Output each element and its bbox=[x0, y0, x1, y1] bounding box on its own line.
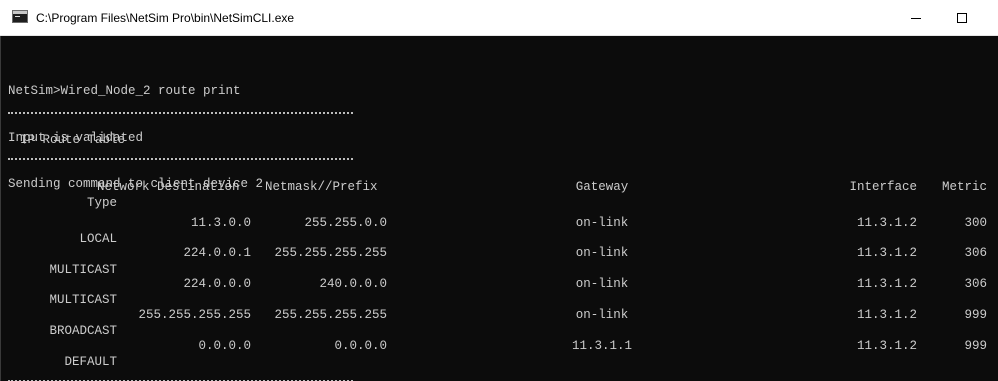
column-header-metric: Metric bbox=[941, 180, 987, 194]
route-gateway: 11.3.1.1 bbox=[571, 339, 632, 353]
separator-line bbox=[8, 158, 353, 160]
minimize-icon bbox=[911, 17, 921, 19]
route-destination: 255.255.255.255 bbox=[138, 308, 251, 322]
column-header-netmask: Netmask//Prefix bbox=[265, 180, 378, 194]
route-destination: 0.0.0.0 bbox=[198, 339, 251, 353]
command-line: NetSim>Wired_Node_2 route print bbox=[8, 84, 241, 98]
route-metric: 300 bbox=[964, 216, 987, 230]
console-window: C:\Program Files\NetSim Pro\bin\NetSimCL… bbox=[0, 0, 998, 381]
route-destination: 11.3.0.0 bbox=[190, 216, 251, 230]
close-button[interactable] bbox=[985, 0, 998, 35]
column-header-type: Type bbox=[86, 196, 117, 210]
route-gateway: on-link bbox=[575, 216, 629, 230]
route-metric: 999 bbox=[964, 339, 987, 353]
maximize-button[interactable] bbox=[939, 0, 985, 35]
route-destination: 224.0.0.0 bbox=[183, 277, 251, 291]
route-gateway: on-link bbox=[575, 246, 629, 260]
column-header-gateway: Gateway bbox=[575, 180, 629, 194]
route-type: DEFAULT bbox=[64, 355, 117, 369]
route-metric: 306 bbox=[964, 277, 987, 291]
route-netmask: 255.255.255.255 bbox=[274, 246, 387, 260]
window-title: C:\Program Files\NetSim Pro\bin\NetSimCL… bbox=[36, 11, 295, 25]
maximize-icon bbox=[957, 12, 967, 23]
route-type: LOCAL bbox=[79, 232, 117, 246]
route-interface: 11.3.1.2 bbox=[856, 216, 917, 230]
route-type: MULTICAST bbox=[49, 263, 117, 277]
title-bar[interactable]: C:\Program Files\NetSim Pro\bin\NetSimCL… bbox=[0, 0, 998, 36]
console-output[interactable]: NetSim>Wired_Node_2 route print Input is… bbox=[7, 36, 998, 381]
route-gateway: on-link bbox=[575, 308, 629, 322]
route-netmask: 255.255.255.255 bbox=[274, 308, 387, 322]
route-type: BROADCAST bbox=[49, 324, 117, 338]
route-netmask: 240.0.0.0 bbox=[319, 277, 387, 291]
column-header-destination: Network Destination bbox=[97, 180, 240, 194]
route-metric: 306 bbox=[964, 246, 987, 260]
console-left-edge bbox=[0, 36, 1, 381]
route-gateway: on-link bbox=[575, 277, 629, 291]
route-metric: 999 bbox=[964, 308, 987, 322]
route-interface: 11.3.1.2 bbox=[856, 339, 917, 353]
route-type: MULTICAST bbox=[49, 293, 117, 307]
console-app-icon[interactable] bbox=[12, 10, 28, 23]
route-table-title: IP Route Table bbox=[20, 133, 126, 147]
minimize-button[interactable] bbox=[893, 0, 939, 35]
route-interface: 11.3.1.2 bbox=[856, 277, 917, 291]
route-interface: 11.3.1.2 bbox=[856, 308, 917, 322]
column-header-interface: Interface bbox=[849, 180, 917, 194]
route-destination: 224.0.0.1 bbox=[183, 246, 251, 260]
route-netmask: 0.0.0.0 bbox=[334, 339, 387, 353]
route-interface: 11.3.1.2 bbox=[856, 246, 917, 260]
separator-line bbox=[8, 112, 353, 114]
route-netmask: 255.255.0.0 bbox=[304, 216, 387, 230]
